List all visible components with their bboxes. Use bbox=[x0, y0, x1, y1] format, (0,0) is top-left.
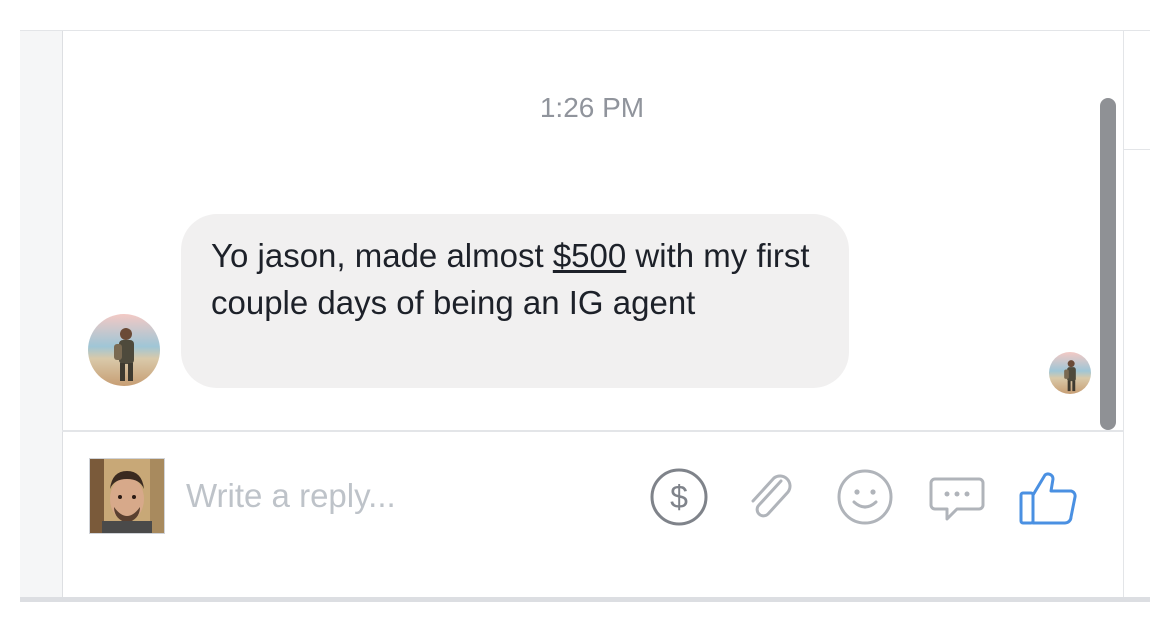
dollar-circle-icon: $ bbox=[649, 467, 709, 527]
like-button[interactable] bbox=[1018, 466, 1080, 528]
svg-text:$: $ bbox=[670, 479, 688, 515]
send-money-button[interactable]: $ bbox=[648, 466, 710, 528]
right-panel-edge bbox=[1123, 31, 1150, 597]
attach-file-button[interactable] bbox=[740, 466, 802, 528]
chat-bubble-dots-icon bbox=[927, 467, 987, 527]
composer-divider bbox=[62, 430, 1124, 432]
left-panel-edge bbox=[20, 31, 63, 597]
scrollbar[interactable] bbox=[1098, 98, 1116, 430]
message-timestamp: 1:26 PM bbox=[539, 92, 645, 123]
message-bubble: Yo jason, made almost $500 with my first… bbox=[181, 214, 849, 388]
emoji-button[interactable] bbox=[834, 466, 896, 528]
message-text-start: Yo jason, made almost bbox=[211, 237, 553, 274]
message-amount: $500 bbox=[552, 237, 627, 274]
sticker-button[interactable] bbox=[926, 466, 988, 528]
paperclip-icon bbox=[741, 467, 801, 527]
smiley-icon bbox=[835, 467, 895, 527]
reply-input[interactable] bbox=[186, 472, 626, 520]
scrollbar-thumb[interactable] bbox=[1100, 98, 1116, 430]
thumbs-up-icon bbox=[1017, 465, 1081, 529]
sender-avatar[interactable] bbox=[88, 314, 160, 386]
seen-receipt-avatar bbox=[1049, 352, 1091, 394]
divider bbox=[1124, 149, 1150, 150]
user-avatar bbox=[89, 458, 165, 534]
